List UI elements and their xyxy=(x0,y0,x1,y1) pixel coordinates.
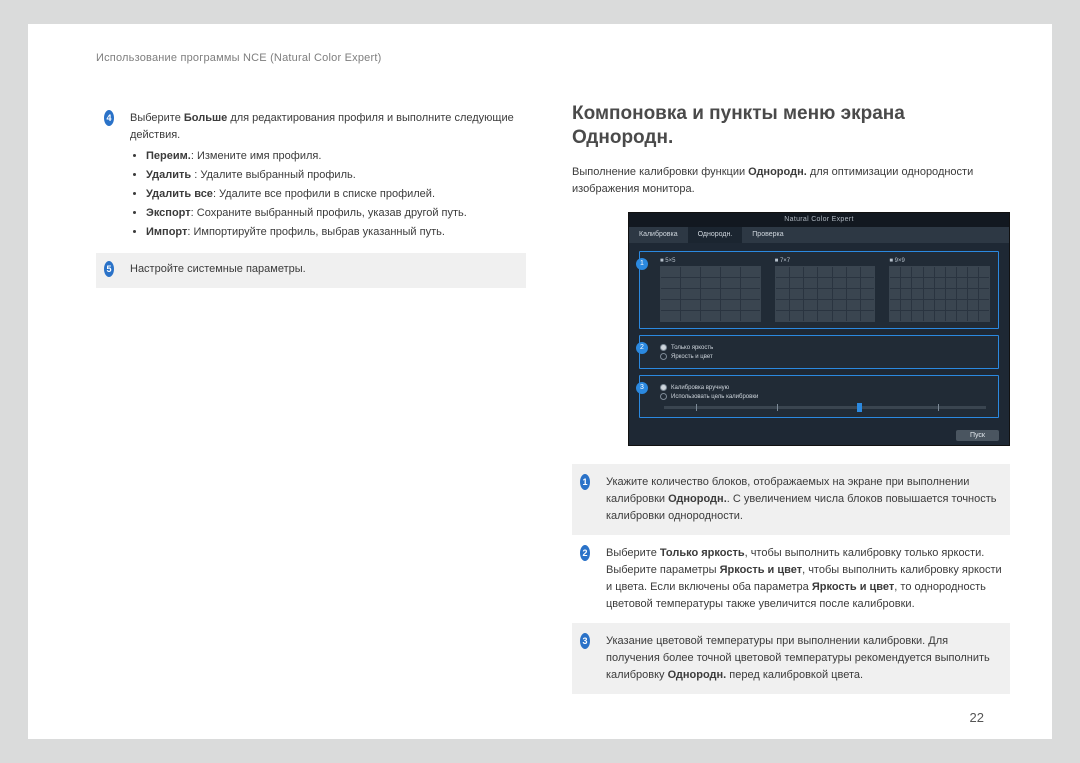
callout-number: 1 xyxy=(580,474,590,490)
profile-action-item: Экспорт: Сохраните выбранный профиль, ук… xyxy=(146,205,518,222)
step-4-content: Выберите Больше для редактирования профи… xyxy=(122,102,526,253)
section-title: Компоновка и пункты меню экрана Однородн… xyxy=(572,102,1010,150)
screenshot-panel-1: 1 ■ 5×5 ■ 7×7 ■ 9×9 xyxy=(639,251,999,329)
screenshot-titlebar: Natural Color Expert xyxy=(629,213,1009,227)
step-number-4: 4 xyxy=(104,110,114,126)
profile-action-item: Удалить все: Удалите все профили в списк… xyxy=(146,186,518,203)
document-page: Использование программы NCE (Natural Col… xyxy=(28,24,1052,739)
callout-number: 2 xyxy=(580,545,590,561)
page-number: 22 xyxy=(970,710,984,725)
screenshot-panel-3: 3 Калибровка вручную Использовать цель к… xyxy=(639,375,999,418)
chapter-header: Использование программы NCE (Natural Col… xyxy=(96,52,381,64)
profile-action-item: Удалить : Удалите выбранный профиль. xyxy=(146,167,518,184)
screenshot-tab: Проверка xyxy=(742,227,793,243)
callout-text: Укажите количество блоков, отображаемых … xyxy=(598,464,1010,535)
screenshot-tab: Однородн. xyxy=(688,227,743,243)
profile-action-item: Переим.: Измените имя профиля. xyxy=(146,148,518,165)
screenshot-start-button: Пуск xyxy=(956,430,999,441)
callout-text: Выберите Только яркость, чтобы выполнить… xyxy=(598,535,1010,623)
step-5-content: Настройте системные параметры. xyxy=(122,253,526,288)
screenshot-panel-2: 2 Только яркость Яркость и цвет xyxy=(639,335,999,369)
right-column: Компоновка и пункты меню экрана Однородн… xyxy=(572,102,1010,699)
step-number-5: 5 xyxy=(104,261,114,277)
screenshot-tab: Калибровка xyxy=(629,227,688,243)
section-lead: Выполнение калибровки функции Однородн. … xyxy=(572,164,1010,198)
callout-text: Указание цветовой температуры при выполн… xyxy=(598,623,1010,694)
app-screenshot: Natural Color Expert КалибровкаОднородн.… xyxy=(628,212,1010,446)
callout-number: 3 xyxy=(580,633,590,649)
callout-table: 1 Укажите количество блоков, отображаемых… xyxy=(572,464,1010,694)
profile-action-item: Импорт: Импортируйте профиль, выбрав ука… xyxy=(146,224,518,241)
left-column: 4 Выберите Больше для редактирования про… xyxy=(96,102,526,699)
